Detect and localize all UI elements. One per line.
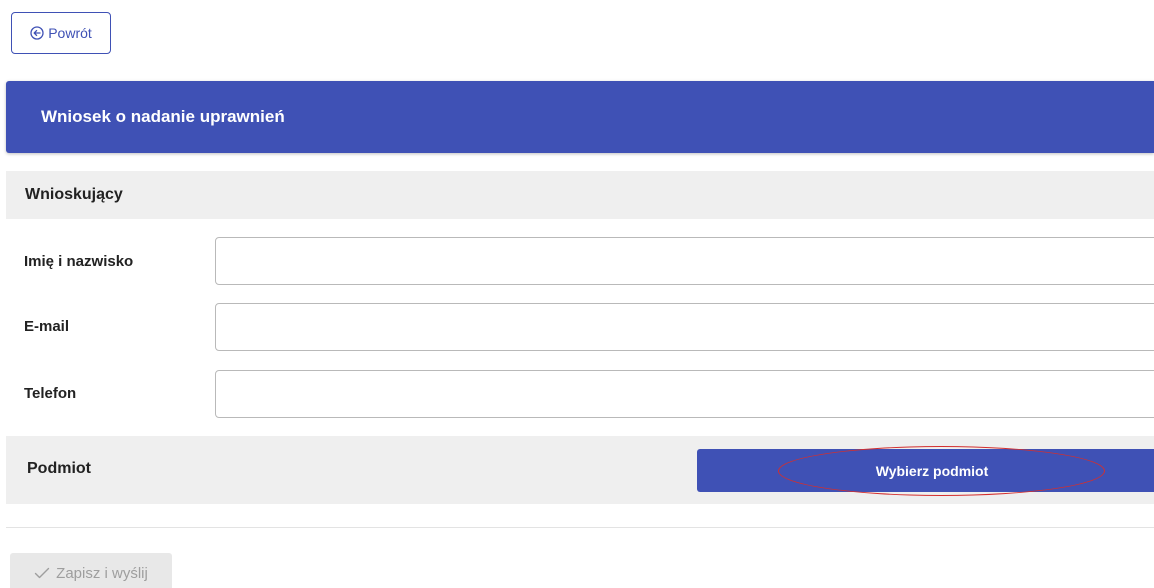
back-button[interactable]: Powrót [11,12,111,54]
back-button-label: Powrót [48,25,92,41]
save-and-send-button[interactable]: Zapisz i wyślij [10,553,172,588]
page: Powrót Wniosek o nadanie uprawnień Wnios… [0,0,1154,588]
arrow-left-circle-icon [30,26,44,40]
divider [6,527,1154,528]
phone-field[interactable] [215,370,1154,418]
select-entity-button[interactable]: Wybierz podmiot [697,449,1154,492]
page-title: Wniosek o nadanie uprawnień [41,107,285,126]
email-label: E-mail [24,318,70,335]
applicant-section-title: Wnioskujący [25,186,123,203]
email-field[interactable] [215,303,1154,351]
applicant-section-header: Wnioskujący [6,171,1154,219]
entity-label: Podmiot [27,460,91,477]
name-field[interactable] [215,237,1154,285]
save-and-send-label: Zapisz i wyślij [56,564,148,582]
form-header: Wniosek o nadanie uprawnień [6,81,1154,153]
name-label: Imię i nazwisko [24,253,134,270]
select-entity-button-label: Wybierz podmiot [875,462,989,479]
entity-section: Podmiot Wybierz podmiot [6,436,1154,504]
phone-label: Telefon [24,385,77,402]
check-icon [34,567,50,579]
